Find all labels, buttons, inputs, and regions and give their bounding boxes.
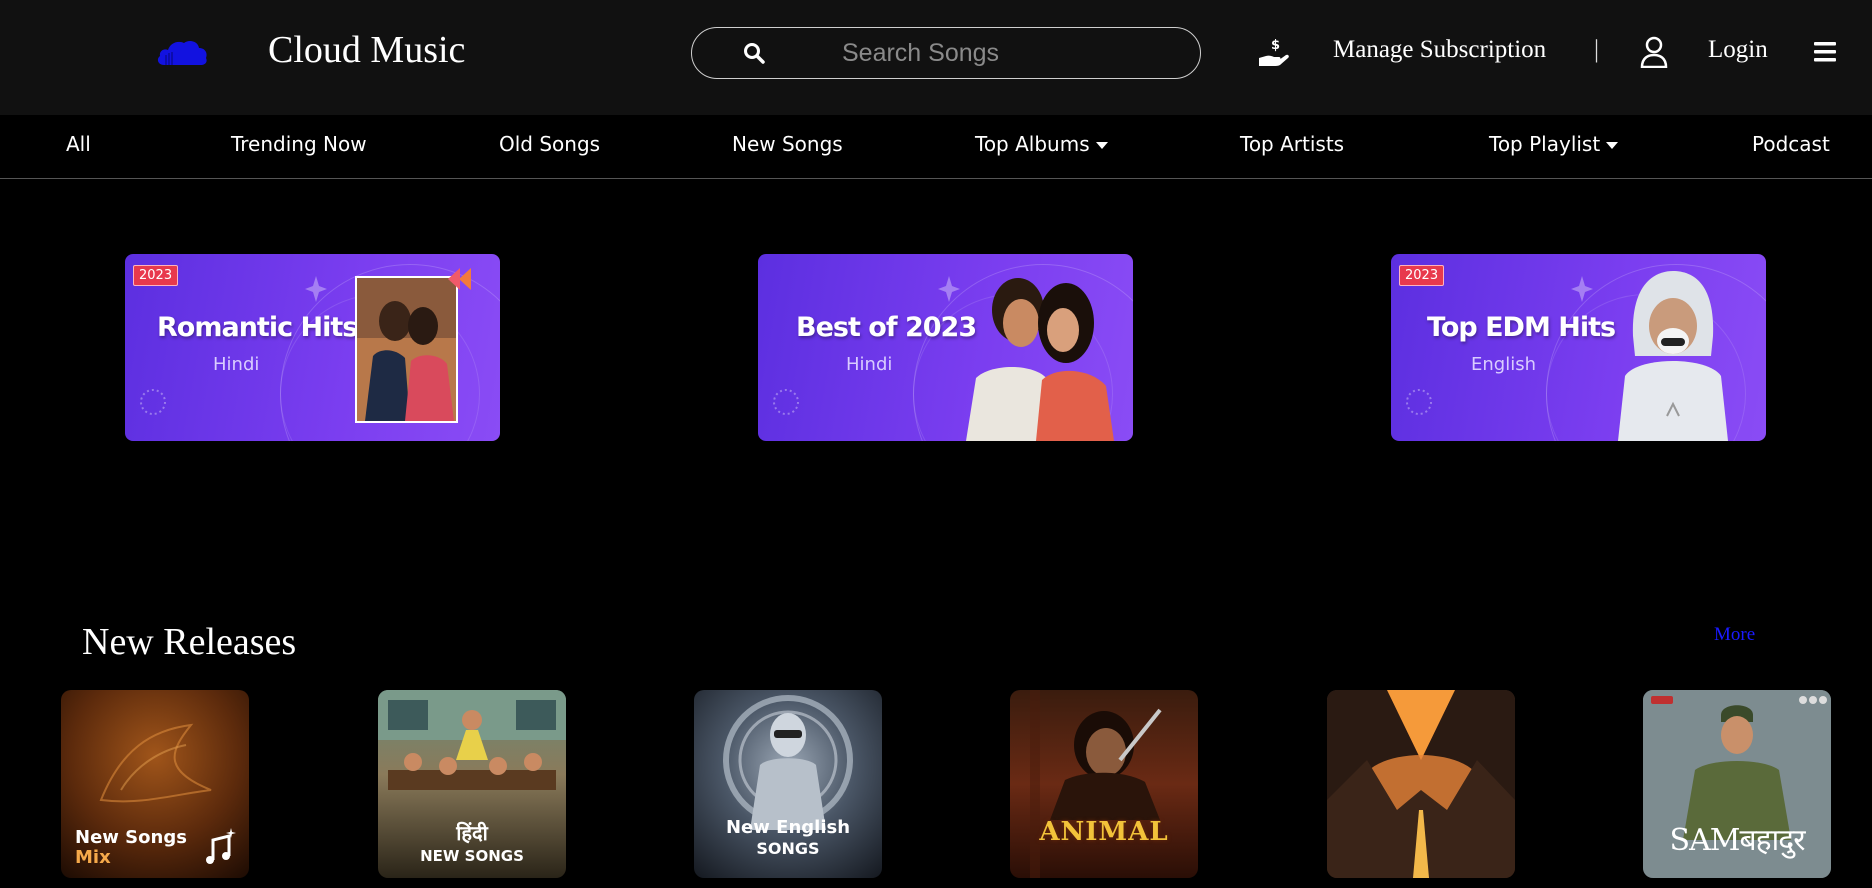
subscription-icon[interactable]: $ bbox=[1257, 36, 1291, 70]
top-header: Cloud Music $ Manage Subscription | Logi… bbox=[0, 0, 1872, 115]
artwork-scene bbox=[378, 690, 566, 790]
card-title: New English bbox=[725, 817, 851, 838]
release-card-landscape[interactable] bbox=[1327, 690, 1515, 878]
artwork-pattern bbox=[99, 723, 215, 803]
year-badge: 2023 bbox=[133, 265, 179, 286]
banner-subtitle: English bbox=[1471, 354, 1536, 375]
manage-subscription-link[interactable]: Manage Subscription bbox=[1333, 36, 1546, 64]
nav-item-podcast[interactable]: Podcast bbox=[1752, 132, 1830, 156]
release-card-new-english-songs[interactable]: New English SONGS bbox=[694, 690, 882, 878]
nav-item-all[interactable]: All bbox=[66, 132, 91, 156]
nav-item-new-songs[interactable]: New Songs bbox=[732, 132, 843, 156]
card-subtitle: Mix bbox=[75, 847, 111, 868]
cloud-icon[interactable] bbox=[156, 37, 208, 67]
banner-title: Best of 2023 bbox=[796, 312, 977, 343]
card-subtitle: NEW SONGS bbox=[420, 847, 524, 865]
search-input[interactable] bbox=[842, 36, 1162, 70]
artist-photo bbox=[1618, 271, 1728, 441]
category-nav: All Trending Now Old Songs New Songs Top… bbox=[0, 115, 1872, 179]
caret-down-icon bbox=[1606, 142, 1619, 149]
card-title: New Songs bbox=[75, 827, 187, 848]
release-card-new-songs-mix[interactable]: New Songs Mix bbox=[61, 690, 249, 878]
card-title: ANIMAL bbox=[1039, 817, 1169, 847]
card-title: हिंदी bbox=[456, 821, 488, 845]
banner-best-of-2023[interactable]: Best of 2023 Hindi bbox=[758, 254, 1133, 441]
banner-subtitle: Hindi bbox=[846, 354, 893, 375]
app-title[interactable]: Cloud Music bbox=[268, 28, 465, 72]
year-badge: 2023 bbox=[1399, 265, 1445, 286]
sparkle-icon bbox=[1571, 276, 1593, 302]
nav-item-trending-now[interactable]: Trending Now bbox=[231, 132, 367, 156]
header-separator: | bbox=[1594, 36, 1600, 63]
section-title-new-releases: New Releases bbox=[82, 621, 297, 663]
banner-title: Romantic Hits bbox=[157, 312, 358, 343]
nav-item-old-songs[interactable]: Old Songs bbox=[499, 132, 600, 156]
hamburger-menu-icon[interactable] bbox=[1814, 41, 1836, 63]
banner-romantic-hits[interactable]: 2023 Romantic Hits Hindi bbox=[125, 254, 500, 441]
album-art-image bbox=[355, 276, 458, 423]
release-card-sam-bahadur[interactable]: SAMबहादुर bbox=[1643, 690, 1831, 878]
user-icon[interactable] bbox=[1640, 36, 1668, 68]
burst-icon bbox=[1406, 389, 1432, 415]
search-icon[interactable] bbox=[742, 41, 766, 65]
login-link[interactable]: Login bbox=[1708, 36, 1768, 64]
card-subtitle: SONGS bbox=[756, 839, 820, 858]
sparkle-icon bbox=[305, 276, 327, 302]
card-title: SAMबहादुर bbox=[1669, 823, 1806, 858]
banner-subtitle: Hindi bbox=[213, 354, 260, 375]
sparkle-icon bbox=[938, 276, 960, 302]
artist-photo bbox=[966, 278, 1114, 441]
burst-icon bbox=[773, 389, 799, 415]
svg-text:$: $ bbox=[1271, 38, 1280, 53]
release-card-animal[interactable]: ANIMAL bbox=[1010, 690, 1198, 878]
search-bar[interactable] bbox=[691, 27, 1201, 79]
nav-item-top-albums[interactable]: Top Albums bbox=[975, 132, 1108, 156]
banner-top-edm-hits[interactable]: 2023 Top EDM Hits English bbox=[1391, 254, 1766, 441]
release-card-hindi-new-songs[interactable]: हिंदी NEW SONGS bbox=[378, 690, 566, 878]
caret-down-icon bbox=[1095, 142, 1108, 149]
artwork-landscape bbox=[1327, 690, 1515, 878]
artwork-poster bbox=[1030, 690, 1162, 878]
banner-title: Top EDM Hits bbox=[1427, 312, 1616, 343]
nav-item-top-playlist[interactable]: Top Playlist bbox=[1489, 132, 1619, 156]
rewind-icon bbox=[448, 268, 471, 290]
music-note-icon bbox=[206, 828, 236, 864]
more-link[interactable]: More bbox=[1714, 624, 1755, 646]
burst-icon bbox=[140, 389, 166, 415]
nav-item-top-artists[interactable]: Top Artists bbox=[1240, 132, 1344, 156]
